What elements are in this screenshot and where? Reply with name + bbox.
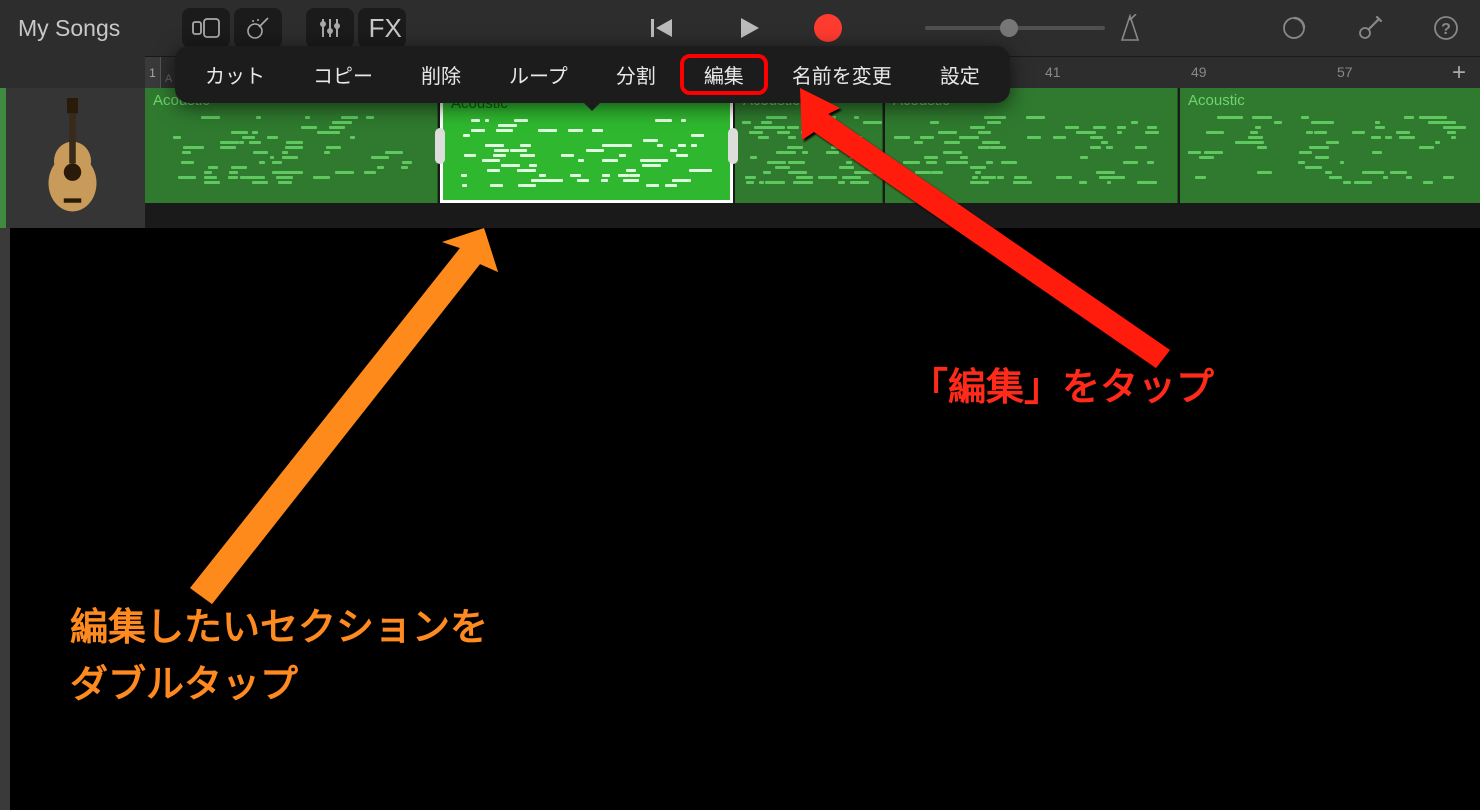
region-context-menu: カットコピー削除ループ分割編集名前を変更設定: [175, 46, 1010, 103]
midi-notes: [1186, 116, 1480, 195]
region-handle-left[interactable]: [435, 128, 445, 164]
record-button[interactable]: [814, 14, 842, 42]
timeline-left-bar: [0, 228, 10, 810]
context-menu-item[interactable]: ループ: [485, 54, 592, 95]
context-menu-item[interactable]: 編集: [680, 54, 768, 95]
midi-notes: [891, 116, 1171, 195]
transport-controls: [638, 10, 842, 46]
settings-icon[interactable]: [1350, 10, 1390, 46]
ruler-bar-number: 41: [1045, 64, 1061, 80]
midi-notes: [449, 119, 724, 192]
annotation-text-red: 「編集」をタップ: [910, 360, 1214, 417]
instrument-icon[interactable]: [234, 8, 282, 48]
midi-region[interactable]: Acoustic: [885, 88, 1178, 203]
ruler-bar-number: 57: [1337, 64, 1353, 80]
loop-browser-icon[interactable]: [1274, 10, 1314, 46]
region-label: Acoustic: [1180, 88, 1480, 113]
help-icon[interactable]: ?: [1426, 10, 1466, 46]
context-menu-item[interactable]: カット: [181, 54, 289, 95]
fx-button[interactable]: FX: [358, 8, 406, 48]
ruler-section-marker: A: [165, 73, 172, 85]
mixer-icon[interactable]: [306, 8, 354, 48]
empty-timeline-area[interactable]: [10, 228, 1480, 810]
ruler-spacer: [0, 56, 145, 88]
track-color-stripe: [0, 88, 6, 228]
svg-text:?: ?: [1441, 21, 1451, 38]
midi-region[interactable]: Acoustic: [145, 88, 438, 203]
metronome-icon[interactable]: [1110, 10, 1150, 46]
track-header[interactable]: [0, 88, 145, 228]
master-volume-slider[interactable]: [925, 26, 1105, 30]
track-view-icon[interactable]: [182, 8, 230, 48]
regions-lane[interactable]: AcousticAcousticAcousticAcousticAcoustic: [145, 88, 1480, 203]
add-section-button[interactable]: +: [1444, 57, 1474, 89]
context-menu-item[interactable]: コピー: [289, 54, 397, 95]
context-menu-item[interactable]: 分割: [592, 54, 680, 95]
ruler-start-marker: 1: [145, 57, 161, 89]
midi-notes: [151, 116, 431, 195]
midi-region[interactable]: Acoustic: [1180, 88, 1480, 203]
midi-region[interactable]: Acoustic: [735, 88, 883, 203]
right-toolbar: ?: [1106, 10, 1470, 46]
volume-thumb[interactable]: [1000, 19, 1018, 37]
play-button[interactable]: [730, 10, 770, 46]
context-menu-item[interactable]: 名前を変更: [768, 54, 916, 95]
context-menu-item[interactable]: 削除: [397, 54, 485, 95]
context-menu-item[interactable]: 設定: [916, 54, 1004, 95]
midi-notes: [741, 116, 876, 195]
annotation-text-orange: 編集したいセクションを ダブルタップ: [70, 600, 488, 714]
rewind-button[interactable]: [642, 10, 682, 46]
region-handle-right[interactable]: [728, 128, 738, 164]
guitar-icon: [35, 98, 110, 218]
tracks-area: AcousticAcousticAcousticAcousticAcoustic: [0, 88, 1480, 228]
ruler-bar-number: 49: [1191, 64, 1207, 80]
back-to-songs[interactable]: My Songs: [18, 15, 120, 42]
